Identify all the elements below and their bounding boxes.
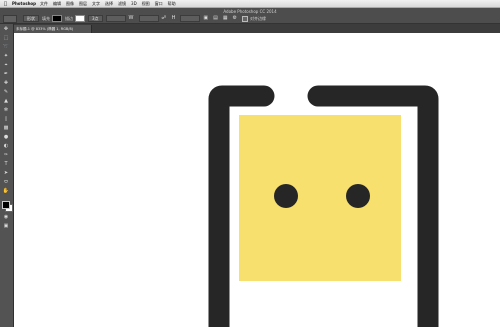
menu-layer[interactable]: 图层 [79, 1, 87, 7]
move-tool-icon[interactable]: ✥ [2, 26, 10, 33]
clone-stamp-tool-icon[interactable]: ▲ [2, 98, 10, 105]
path-selection-tool-icon[interactable]: ➤ [2, 170, 10, 177]
menu-window[interactable]: 窗口 [155, 1, 163, 7]
ellipse-shape-tool-icon[interactable]: ⬭ [2, 179, 10, 186]
menu-select[interactable]: 选择 [105, 1, 113, 7]
document-tab[interactable]: 未标题-1 @ 833% (椭圆 1, RGB/8) [13, 25, 92, 33]
options-bar: Adobe Photoshop CC 2014 形状 填充 描边 3点 W ☍ … [0, 8, 500, 24]
stroke-label: 描边 [65, 15, 73, 21]
menu-filter[interactable]: 滤镜 [118, 1, 126, 7]
eyedropper-tool-icon[interactable]: ✒ [2, 71, 10, 78]
eraser-tool-icon[interactable]: ▯ [2, 116, 10, 123]
menu-help[interactable]: 帮助 [168, 1, 176, 7]
path-arrangement-icon[interactable]: ▦ [223, 15, 228, 22]
menu-view[interactable]: 视图 [142, 1, 150, 7]
gradient-tool-icon[interactable]: ▩ [2, 125, 10, 132]
menu-bar:  Photoshop 文件 编辑 图像 图层 文字 选择 滤镜 3D 视图 窗… [0, 0, 500, 8]
menu-file[interactable]: 文件 [40, 1, 48, 7]
tools-panel: ✥ ⬚ ➰ ✦ ⌖ ✒ ✚ ✎ ▲ ✻ ▯ ▩ ● ◐ ✑ T ➤ ⬭ ✋ ◉ … [0, 24, 14, 327]
menu-app-name[interactable]: Photoshop [12, 1, 36, 6]
window-title: Adobe Photoshop CC 2014 [223, 9, 277, 14]
menu-type[interactable]: 文字 [92, 1, 100, 7]
apple-menu-icon[interactable]:  [4, 1, 7, 7]
phone-character-illustration [208, 85, 439, 327]
height-h-icon: H [171, 15, 176, 21]
menu-edit[interactable]: 编辑 [53, 1, 61, 7]
stroke-swatch[interactable] [75, 15, 85, 22]
fill-label: 填充 [42, 15, 50, 21]
marquee-tool-icon[interactable]: ⬚ [2, 35, 10, 42]
crop-tool-icon[interactable]: ⌖ [2, 62, 10, 69]
gear-icon[interactable]: ⚙ [233, 15, 237, 22]
menu-3d[interactable]: 3D [131, 1, 137, 6]
blur-tool-icon[interactable]: ● [2, 134, 10, 141]
hand-tool-icon[interactable]: ✋ [2, 188, 10, 195]
fill-swatch[interactable] [52, 15, 62, 22]
brush-tool-icon[interactable]: ✎ [2, 89, 10, 96]
right-eye-dot [346, 184, 370, 208]
pen-tool-icon[interactable]: ✑ [2, 152, 10, 159]
left-eye-dot [274, 184, 298, 208]
stroke-type-select[interactable] [105, 15, 126, 22]
dodge-tool-icon[interactable]: ◐ [2, 143, 10, 150]
document-canvas[interactable] [14, 33, 500, 327]
foreground-color-swatch[interactable] [2, 201, 10, 209]
path-alignment-icon[interactable]: ▤ [213, 15, 218, 22]
width-field[interactable] [138, 15, 159, 22]
yellow-screen-rect [239, 115, 401, 281]
width-w-icon: W [128, 15, 134, 21]
healing-brush-tool-icon[interactable]: ✚ [2, 80, 10, 87]
align-edges-checkbox[interactable] [242, 15, 249, 22]
path-operations-icon[interactable]: ▣ [203, 15, 208, 22]
height-field[interactable] [180, 15, 201, 22]
quick-select-tool-icon[interactable]: ✦ [2, 53, 10, 60]
history-brush-tool-icon[interactable]: ✻ [2, 107, 10, 114]
menu-image[interactable]: 图像 [66, 1, 74, 7]
type-tool-icon[interactable]: T [2, 161, 10, 168]
document-tab-bar: 未标题-1 @ 833% (椭圆 1, RGB/8) [13, 24, 500, 33]
quick-mask-icon[interactable]: ◉ [2, 214, 10, 221]
lasso-tool-icon[interactable]: ➰ [2, 44, 10, 51]
link-icon[interactable]: ☍ [162, 15, 167, 22]
shape-mode-select[interactable]: 形状 [23, 15, 39, 22]
artwork [208, 85, 439, 327]
align-edges-label: 对齐边缘 [250, 15, 267, 21]
stroke-width-field[interactable]: 3点 [88, 15, 103, 22]
tool-preset-picker[interactable] [3, 14, 17, 23]
screen-mode-icon[interactable]: ▣ [2, 223, 10, 230]
